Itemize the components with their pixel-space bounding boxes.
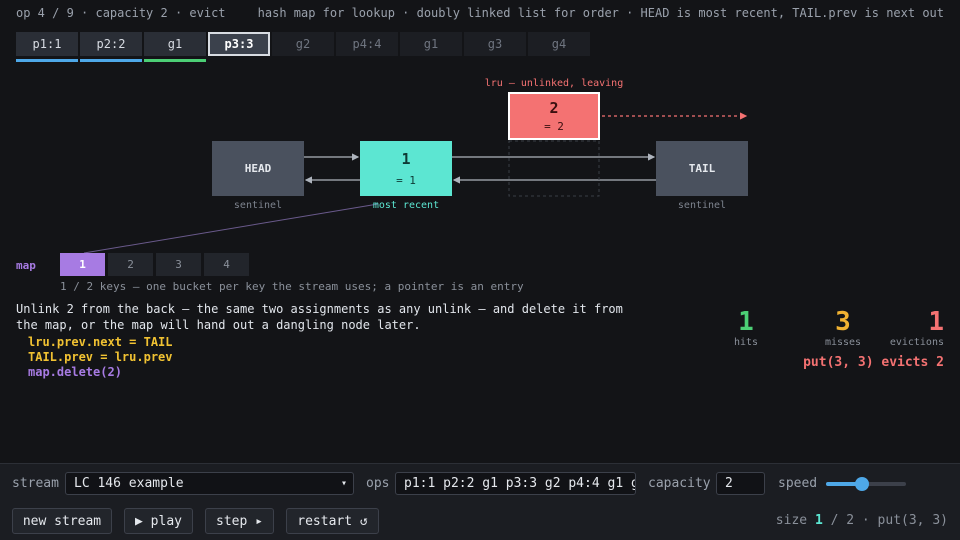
head-label: HEAD <box>244 162 272 175</box>
map-label: map <box>16 259 36 272</box>
code-line: map.delete(2) <box>28 365 122 379</box>
node1-caption: most recent <box>372 200 440 211</box>
misses-label: misses <box>824 337 862 348</box>
map-bucket[interactable]: 2 <box>108 253 153 276</box>
map-note: 1 / 2 keys — one bucket per key the stre… <box>60 280 524 293</box>
tail-label: TAIL <box>688 162 716 175</box>
head-sentinel: HEAD <box>212 141 304 196</box>
code-block: lru.prev.next = TAIL TAIL.prev = lru.pre… <box>28 335 173 380</box>
chevron-down-icon: ▾ <box>340 478 347 489</box>
map-bucket[interactable]: 3 <box>156 253 201 276</box>
size-readout: size 1 / 2 · put(3, 3) <box>776 513 948 528</box>
speed-label: speed <box>778 476 818 491</box>
tail-sentinel: TAIL <box>656 141 748 196</box>
ops-input[interactable]: p1:1 p2:2 g1 p3:3 g2 p4:4 g1 g3 g4 <box>395 472 636 495</box>
hits-count: 1 <box>738 307 754 337</box>
misses-count: 3 <box>835 307 851 337</box>
leaving-caption: lru — unlinked, leaving <box>484 78 624 89</box>
list-node-1[interactable]: 1 = 1 <box>360 141 452 196</box>
capacity-input[interactable]: 2 <box>716 472 765 495</box>
node-key: 2 <box>549 99 559 117</box>
size-rest: / 2 · put(3, 3) <box>830 513 948 528</box>
hits-stat: 1 hits <box>716 307 776 348</box>
explanation-text: Unlink 2 from the back — the same two as… <box>16 302 623 332</box>
stream-select[interactable]: LC 146 example ▾ <box>65 472 354 495</box>
code-line: lru.prev.next = TAIL <box>28 335 173 349</box>
code-line: TAIL.prev = lru.prev <box>28 350 173 364</box>
capacity-label: capacity <box>648 476 711 491</box>
event-text: put(3, 3) evicts 2 <box>803 355 944 370</box>
restart-button[interactable]: restart ↺ <box>286 508 379 534</box>
controls-panel: stream LC 146 example ▾ ops p1:1 p2:2 g1… <box>0 463 960 540</box>
play-button[interactable]: ▶ play <box>124 508 193 534</box>
tail-caption: sentinel <box>677 200 727 211</box>
map-pointer <box>83 203 379 254</box>
hits-label: hits <box>733 337 759 348</box>
size-label: size <box>775 513 808 528</box>
vacated-slot <box>508 140 600 197</box>
misses-stat: 3 misses <box>803 307 883 348</box>
head-caption: sentinel <box>233 200 283 211</box>
ops-label: ops <box>366 476 390 491</box>
stream-label: stream <box>12 476 59 491</box>
speed-knob[interactable] <box>855 477 869 491</box>
node-key: 1 <box>401 150 411 168</box>
step-button[interactable]: step ▸ <box>205 508 274 534</box>
evictions-label: evictions <box>889 337 944 348</box>
new-stream-button[interactable]: new stream <box>12 508 112 534</box>
ops-value: p1:1 p2:2 g1 p3:3 g2 p4:4 g1 g3 g4 <box>404 476 635 491</box>
evictions-count: 1 <box>928 307 944 337</box>
size-value: 1 <box>814 513 823 528</box>
node-value: = 2 <box>544 120 564 133</box>
leaving-node-2[interactable]: 2 = 2 <box>508 92 600 140</box>
evictions-stat: 1 evictions <box>884 307 950 348</box>
map-bucket[interactable]: 1 <box>60 253 105 276</box>
capacity-value: 2 <box>725 476 733 491</box>
speed-slider[interactable] <box>826 477 906 491</box>
map-bucket[interactable]: 4 <box>204 253 249 276</box>
node-value: = 1 <box>396 174 416 187</box>
stream-value: LC 146 example <box>74 476 184 491</box>
map-buckets: 1 2 3 4 <box>60 253 249 276</box>
